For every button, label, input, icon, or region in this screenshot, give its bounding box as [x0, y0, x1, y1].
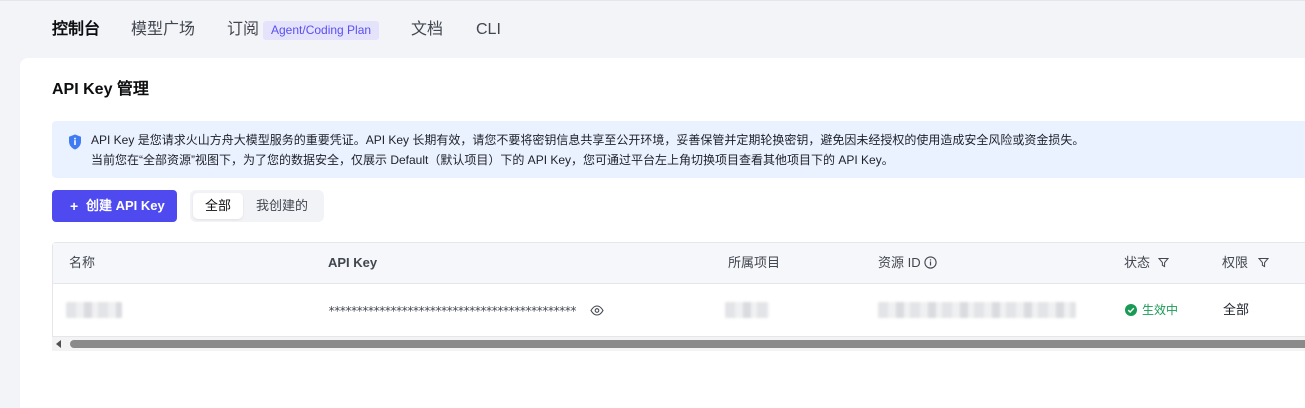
create-api-key-label: 创建 API Key: [86, 198, 165, 213]
table-header: 名称 API Key 所属项目 资源 ID 状态 权限: [53, 243, 1305, 284]
resource-id-redacted: [878, 302, 1076, 318]
shield-icon: [69, 134, 81, 150]
name-redacted: [66, 302, 122, 318]
nav-subscription[interactable]: 订阅: [227, 20, 259, 40]
create-api-key-button[interactable]: + 创建 API Key: [52, 190, 177, 222]
main-card: API Key 管理 API Key 是您请求火山方舟大模型服务的重要凭证。AP…: [20, 58, 1305, 408]
column-api-key: API Key: [328, 255, 378, 270]
notice-text-line2: 当前您在“全部资源”视图下，为了您的数据安全，仅展示 Default（默认项目）…: [91, 153, 894, 167]
column-name: 名称: [69, 255, 96, 270]
scroll-left-icon[interactable]: [56, 340, 61, 348]
project-redacted: [725, 302, 769, 318]
scrollbar-thumb[interactable]: [70, 340, 1305, 348]
top-nav: 控制台 模型广场 订阅 Agent/Coding Plan 文档 CLI: [0, 0, 1305, 58]
plus-icon: +: [70, 198, 79, 214]
status-filter-icon[interactable]: [1158, 257, 1169, 268]
filter-mine-tab[interactable]: 我创建的: [244, 193, 320, 219]
subscription-badge[interactable]: Agent/Coding Plan: [263, 21, 380, 40]
table-row: ****************************************…: [53, 284, 1305, 336]
column-project: 所属项目: [728, 255, 781, 270]
status-text: 生效中: [1142, 303, 1179, 317]
notice-text-line1: API Key 是您请求火山方舟大模型服务的重要凭证。API Key 长期有效，…: [91, 133, 1085, 147]
horizontal-scrollbar[interactable]: [52, 337, 1305, 351]
permission-filter-icon[interactable]: [1258, 257, 1269, 268]
nav-cli[interactable]: CLI: [476, 20, 501, 40]
column-resource-id: 资源 ID: [878, 255, 921, 270]
nav-docs[interactable]: 文档: [411, 20, 443, 40]
info-icon[interactable]: [924, 256, 937, 269]
nav-console[interactable]: 控制台: [52, 20, 100, 40]
eye-icon[interactable]: [590, 305, 604, 316]
permission-value: 全部: [1223, 302, 1250, 317]
notice-banner: API Key 是您请求火山方舟大模型服务的重要凭证。API Key 长期有效，…: [52, 121, 1305, 178]
page-title: API Key 管理: [52, 81, 149, 98]
ownership-filter: 全部 我创建的: [190, 190, 324, 222]
check-circle-icon: [1125, 304, 1137, 316]
column-status: 状态: [1124, 255, 1151, 270]
api-key-masked: ****************************************…: [328, 304, 577, 318]
api-key-table: 名称 API Key 所属项目 资源 ID 状态 权限 ************…: [52, 242, 1305, 337]
filter-all-tab[interactable]: 全部: [193, 193, 244, 219]
nav-model-square[interactable]: 模型广场: [131, 20, 195, 40]
column-permission: 权限: [1222, 255, 1249, 270]
